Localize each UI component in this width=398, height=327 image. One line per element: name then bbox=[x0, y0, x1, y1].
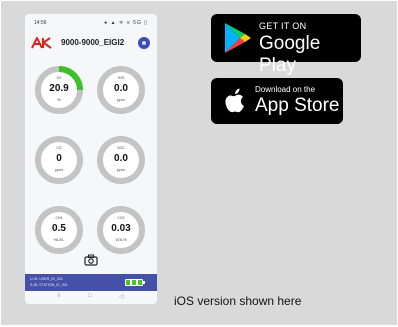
camera-icon[interactable] bbox=[84, 254, 98, 266]
google-play-icon bbox=[225, 23, 251, 53]
app-store-badge[interactable]: Download on the App Store bbox=[211, 78, 343, 124]
session-footer: U-ID: USER_ID_001 S-ID: STATION_ID_001 bbox=[25, 274, 157, 291]
gauge-ch4[interactable]: CH4 0.5 %LEL bbox=[33, 204, 85, 256]
google-play-badge[interactable]: GET IT ON Google Play bbox=[211, 14, 361, 76]
app-store-big-text: App Store bbox=[255, 95, 340, 116]
gauge-co2-name: CO2 bbox=[117, 216, 125, 220]
gauge-o2-value: 20.9 bbox=[49, 83, 69, 94]
gauge-h2s-unit: ppm bbox=[117, 97, 125, 102]
status-time: 14:56 bbox=[34, 20, 47, 26]
battery-icon bbox=[125, 279, 145, 286]
gauge-o2-unit: % bbox=[57, 97, 61, 102]
settings-button[interactable] bbox=[138, 37, 150, 49]
user-id-label: U-ID: USER_ID_001 bbox=[30, 277, 63, 281]
app-bar: 9000-9000_EIGI2 bbox=[25, 34, 157, 52]
gauge-h2s[interactable]: H2S 0.0 ppm bbox=[95, 64, 147, 116]
phone-screenshot: 14:56 ● ▲ ᯤ ≡ 5G ▯ 9000-9000_EIGI2 O2 20… bbox=[25, 14, 157, 304]
gauge-ch4-name: CH4 bbox=[55, 216, 63, 220]
apple-icon bbox=[225, 88, 244, 113]
device-id-title: 9000-9000_EIGI2 bbox=[61, 38, 125, 47]
gauge-h2s-value: 0.0 bbox=[114, 83, 128, 94]
google-play-small-text: GET IT ON bbox=[259, 21, 307, 31]
nav-back-icon[interactable]: ◁ bbox=[119, 293, 124, 300]
status-bar: 14:56 ● ▲ ᯤ ≡ 5G ▯ bbox=[25, 14, 157, 32]
gauge-co2-value: 0.03 bbox=[111, 223, 131, 234]
status-icons: ● ▲ ᯤ ≡ 5G ▯ bbox=[104, 20, 148, 26]
brand-logo-icon bbox=[31, 37, 52, 49]
nav-menu-icon[interactable]: ≡ bbox=[57, 293, 61, 299]
gauge-o2[interactable]: O2 20.9 % bbox=[33, 64, 85, 116]
caption-text: iOS version shown here bbox=[174, 294, 302, 308]
gauge-co2-unit: VOL% bbox=[115, 237, 127, 242]
google-play-big-text: Google Play bbox=[259, 33, 321, 76]
gauge-co-name: CO bbox=[56, 146, 62, 150]
system-nav-bar: ≡ □ ◁ bbox=[25, 291, 157, 304]
gauge-voc-name: VOC bbox=[117, 146, 125, 150]
station-id-label: S-ID: STATION_ID_001 bbox=[30, 283, 68, 287]
background-panel: 14:56 ● ▲ ᯤ ≡ 5G ▯ 9000-9000_EIGI2 O2 20… bbox=[1, 1, 397, 325]
app-store-small-text: Download on the bbox=[255, 85, 316, 94]
gauge-voc-unit: ppm bbox=[117, 167, 125, 172]
gauge-ch4-unit: %LEL bbox=[53, 237, 65, 242]
nav-home-icon[interactable]: □ bbox=[88, 293, 92, 299]
gauge-ch4-value: 0.5 bbox=[52, 223, 66, 234]
gauge-co-value: 0 bbox=[56, 153, 62, 164]
gauge-h2s-name: H2S bbox=[117, 76, 125, 80]
gauge-o2-name: O2 bbox=[56, 76, 62, 80]
gauge-co-unit: ppm bbox=[55, 167, 63, 172]
gauge-voc-value: 0.0 bbox=[114, 153, 128, 164]
gauge-voc[interactable]: VOC 0.0 ppm bbox=[95, 134, 147, 186]
gauge-co2[interactable]: CO2 0.03 VOL% bbox=[95, 204, 147, 256]
gauge-co[interactable]: CO 0 ppm bbox=[33, 134, 85, 186]
